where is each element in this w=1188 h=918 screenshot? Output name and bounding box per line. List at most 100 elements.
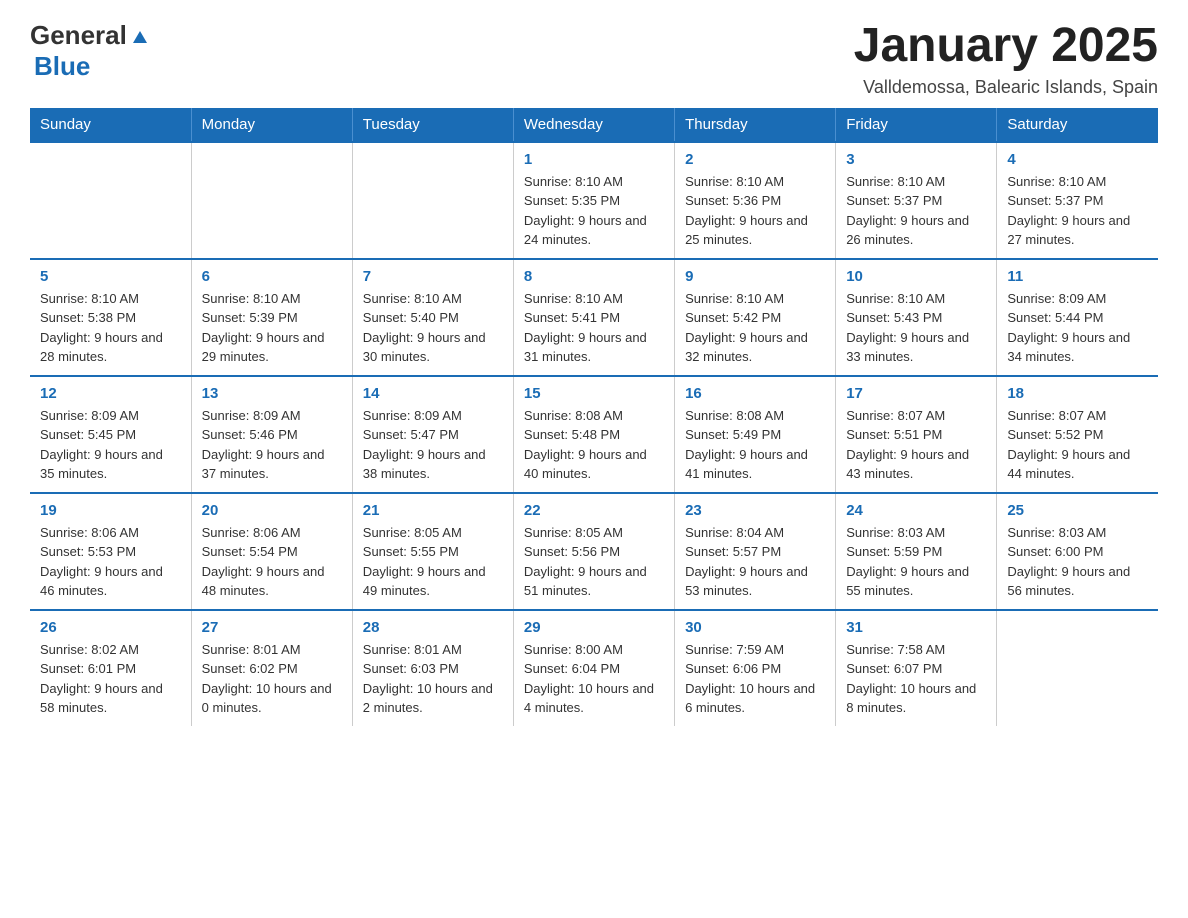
day-number: 31 [846, 619, 986, 636]
logo: General Blue [30, 20, 151, 82]
day-info: Sunrise: 8:08 AM Sunset: 5:48 PM Dayligh… [524, 406, 664, 484]
day-cell: 30 Sunrise: 7:59 AM Sunset: 6:06 PM Dayli… [675, 610, 836, 726]
day-number: 28 [363, 619, 503, 636]
header-cell-wednesday: Wednesday [513, 108, 674, 142]
day-info: Sunrise: 8:10 AM Sunset: 5:42 PM Dayligh… [685, 289, 825, 367]
day-number: 29 [524, 619, 664, 636]
day-number: 14 [363, 385, 503, 402]
day-info: Sunrise: 8:10 AM Sunset: 5:37 PM Dayligh… [846, 172, 986, 250]
day-number: 18 [1007, 385, 1148, 402]
day-number: 7 [363, 268, 503, 285]
header-cell-saturday: Saturday [997, 108, 1158, 142]
day-info: Sunrise: 8:02 AM Sunset: 6:01 PM Dayligh… [40, 640, 181, 718]
day-info: Sunrise: 8:04 AM Sunset: 5:57 PM Dayligh… [685, 523, 825, 601]
day-info: Sunrise: 7:59 AM Sunset: 6:06 PM Dayligh… [685, 640, 825, 718]
day-number: 5 [40, 268, 181, 285]
day-info: Sunrise: 8:03 AM Sunset: 5:59 PM Dayligh… [846, 523, 986, 601]
page-subtitle: Valldemossa, Balearic Islands, Spain [854, 77, 1158, 98]
day-number: 16 [685, 385, 825, 402]
day-number: 13 [202, 385, 342, 402]
header-cell-friday: Friday [836, 108, 997, 142]
day-cell: 2Sunrise: 8:10 AM Sunset: 5:36 PM Daylig… [675, 142, 836, 259]
logo-arrow-icon [129, 25, 151, 47]
day-info: Sunrise: 8:06 AM Sunset: 5:53 PM Dayligh… [40, 523, 181, 601]
day-number: 3 [846, 151, 986, 168]
title-section: January 2025 Valldemossa, Balearic Islan… [854, 20, 1158, 98]
day-cell: 7 Sunrise: 8:10 AM Sunset: 5:40 PM Daylig… [352, 259, 513, 376]
day-cell: 28 Sunrise: 8:01 AM Sunset: 6:03 PM Dayli… [352, 610, 513, 726]
day-cell: 10 Sunrise: 8:10 AM Sunset: 5:43 PM Dayli… [836, 259, 997, 376]
day-info: Sunrise: 8:01 AM Sunset: 6:03 PM Dayligh… [363, 640, 503, 718]
day-info: Sunrise: 8:07 AM Sunset: 5:52 PM Dayligh… [1007, 406, 1148, 484]
day-number: 22 [524, 502, 664, 519]
day-number: 20 [202, 502, 342, 519]
day-number: 24 [846, 502, 986, 519]
day-info: Sunrise: 8:03 AM Sunset: 6:00 PM Dayligh… [1007, 523, 1148, 601]
day-info: Sunrise: 7:58 AM Sunset: 6:07 PM Dayligh… [846, 640, 986, 718]
day-number: 15 [524, 385, 664, 402]
day-info: Sunrise: 8:10 AM Sunset: 5:40 PM Dayligh… [363, 289, 503, 367]
day-info: Sunrise: 8:06 AM Sunset: 5:54 PM Dayligh… [202, 523, 342, 601]
page-header: General Blue January 2025 Valldemossa, B… [30, 20, 1158, 98]
day-cell: 1 Sunrise: 8:10 AM Sunset: 5:35 PM Daylig… [513, 142, 674, 259]
day-number: 6 [202, 268, 342, 285]
day-cell: 8Sunrise: 8:10 AM Sunset: 5:41 PM Daylig… [513, 259, 674, 376]
header-cell-tuesday: Tuesday [352, 108, 513, 142]
day-cell: 27Sunrise: 8:01 AM Sunset: 6:02 PM Dayli… [191, 610, 352, 726]
day-number: 19 [40, 502, 181, 519]
day-cell: 19 Sunrise: 8:06 AM Sunset: 5:53 PM Dayli… [30, 493, 191, 610]
day-cell: 6 Sunrise: 8:10 AM Sunset: 5:39 PM Daylig… [191, 259, 352, 376]
header-row: SundayMondayTuesdayWednesdayThursdayFrid… [30, 108, 1158, 142]
page-title: January 2025 [854, 20, 1158, 73]
day-cell [191, 142, 352, 259]
day-cell: 14 Sunrise: 8:09 AM Sunset: 5:47 PM Dayli… [352, 376, 513, 493]
day-cell: 18 Sunrise: 8:07 AM Sunset: 5:52 PM Dayli… [997, 376, 1158, 493]
day-cell: 24 Sunrise: 8:03 AM Sunset: 5:59 PM Dayli… [836, 493, 997, 610]
day-cell [997, 610, 1158, 726]
day-number: 17 [846, 385, 986, 402]
week-row-3: 12Sunrise: 8:09 AM Sunset: 5:45 PM Dayli… [30, 376, 1158, 493]
day-cell: 3 Sunrise: 8:10 AM Sunset: 5:37 PM Daylig… [836, 142, 997, 259]
day-info: Sunrise: 8:08 AM Sunset: 5:49 PM Dayligh… [685, 406, 825, 484]
day-cell: 31 Sunrise: 7:58 AM Sunset: 6:07 PM Dayli… [836, 610, 997, 726]
day-number: 4 [1007, 151, 1148, 168]
day-number: 23 [685, 502, 825, 519]
day-info: Sunrise: 8:09 AM Sunset: 5:44 PM Dayligh… [1007, 289, 1148, 367]
week-row-5: 26Sunrise: 8:02 AM Sunset: 6:01 PM Dayli… [30, 610, 1158, 726]
day-number: 30 [685, 619, 825, 636]
day-cell: 26Sunrise: 8:02 AM Sunset: 6:01 PM Dayli… [30, 610, 191, 726]
day-cell: 22 Sunrise: 8:05 AM Sunset: 5:56 PM Dayli… [513, 493, 674, 610]
day-cell: 16 Sunrise: 8:08 AM Sunset: 5:49 PM Dayli… [675, 376, 836, 493]
day-number: 1 [524, 151, 664, 168]
day-cell: 9Sunrise: 8:10 AM Sunset: 5:42 PM Daylig… [675, 259, 836, 376]
day-cell: 5Sunrise: 8:10 AM Sunset: 5:38 PM Daylig… [30, 259, 191, 376]
day-info: Sunrise: 8:09 AM Sunset: 5:47 PM Dayligh… [363, 406, 503, 484]
day-info: Sunrise: 8:01 AM Sunset: 6:02 PM Dayligh… [202, 640, 342, 718]
day-number: 12 [40, 385, 181, 402]
day-number: 25 [1007, 502, 1148, 519]
logo-general-text: General [30, 20, 127, 51]
header-cell-thursday: Thursday [675, 108, 836, 142]
calendar-body: 1 Sunrise: 8:10 AM Sunset: 5:35 PM Daylig… [30, 142, 1158, 726]
day-info: Sunrise: 8:10 AM Sunset: 5:37 PM Dayligh… [1007, 172, 1148, 250]
week-row-2: 5Sunrise: 8:10 AM Sunset: 5:38 PM Daylig… [30, 259, 1158, 376]
day-cell: 11Sunrise: 8:09 AM Sunset: 5:44 PM Dayli… [997, 259, 1158, 376]
day-cell: 25 Sunrise: 8:03 AM Sunset: 6:00 PM Dayli… [997, 493, 1158, 610]
day-cell [352, 142, 513, 259]
day-cell: 21Sunrise: 8:05 AM Sunset: 5:55 PM Dayli… [352, 493, 513, 610]
day-number: 8 [524, 268, 664, 285]
calendar-table: SundayMondayTuesdayWednesdayThursdayFrid… [30, 108, 1158, 726]
day-info: Sunrise: 8:10 AM Sunset: 5:39 PM Dayligh… [202, 289, 342, 367]
day-cell: 13 Sunrise: 8:09 AM Sunset: 5:46 PM Dayli… [191, 376, 352, 493]
header-cell-monday: Monday [191, 108, 352, 142]
day-number: 10 [846, 268, 986, 285]
day-info: Sunrise: 8:05 AM Sunset: 5:56 PM Dayligh… [524, 523, 664, 601]
logo-blue-text: Blue [34, 51, 90, 81]
day-info: Sunrise: 8:07 AM Sunset: 5:51 PM Dayligh… [846, 406, 986, 484]
day-cell: 4 Sunrise: 8:10 AM Sunset: 5:37 PM Daylig… [997, 142, 1158, 259]
day-info: Sunrise: 8:10 AM Sunset: 5:36 PM Dayligh… [685, 172, 825, 250]
day-info: Sunrise: 8:10 AM Sunset: 5:43 PM Dayligh… [846, 289, 986, 367]
day-info: Sunrise: 8:05 AM Sunset: 5:55 PM Dayligh… [363, 523, 503, 601]
day-info: Sunrise: 8:10 AM Sunset: 5:35 PM Dayligh… [524, 172, 664, 250]
day-info: Sunrise: 8:09 AM Sunset: 5:46 PM Dayligh… [202, 406, 342, 484]
